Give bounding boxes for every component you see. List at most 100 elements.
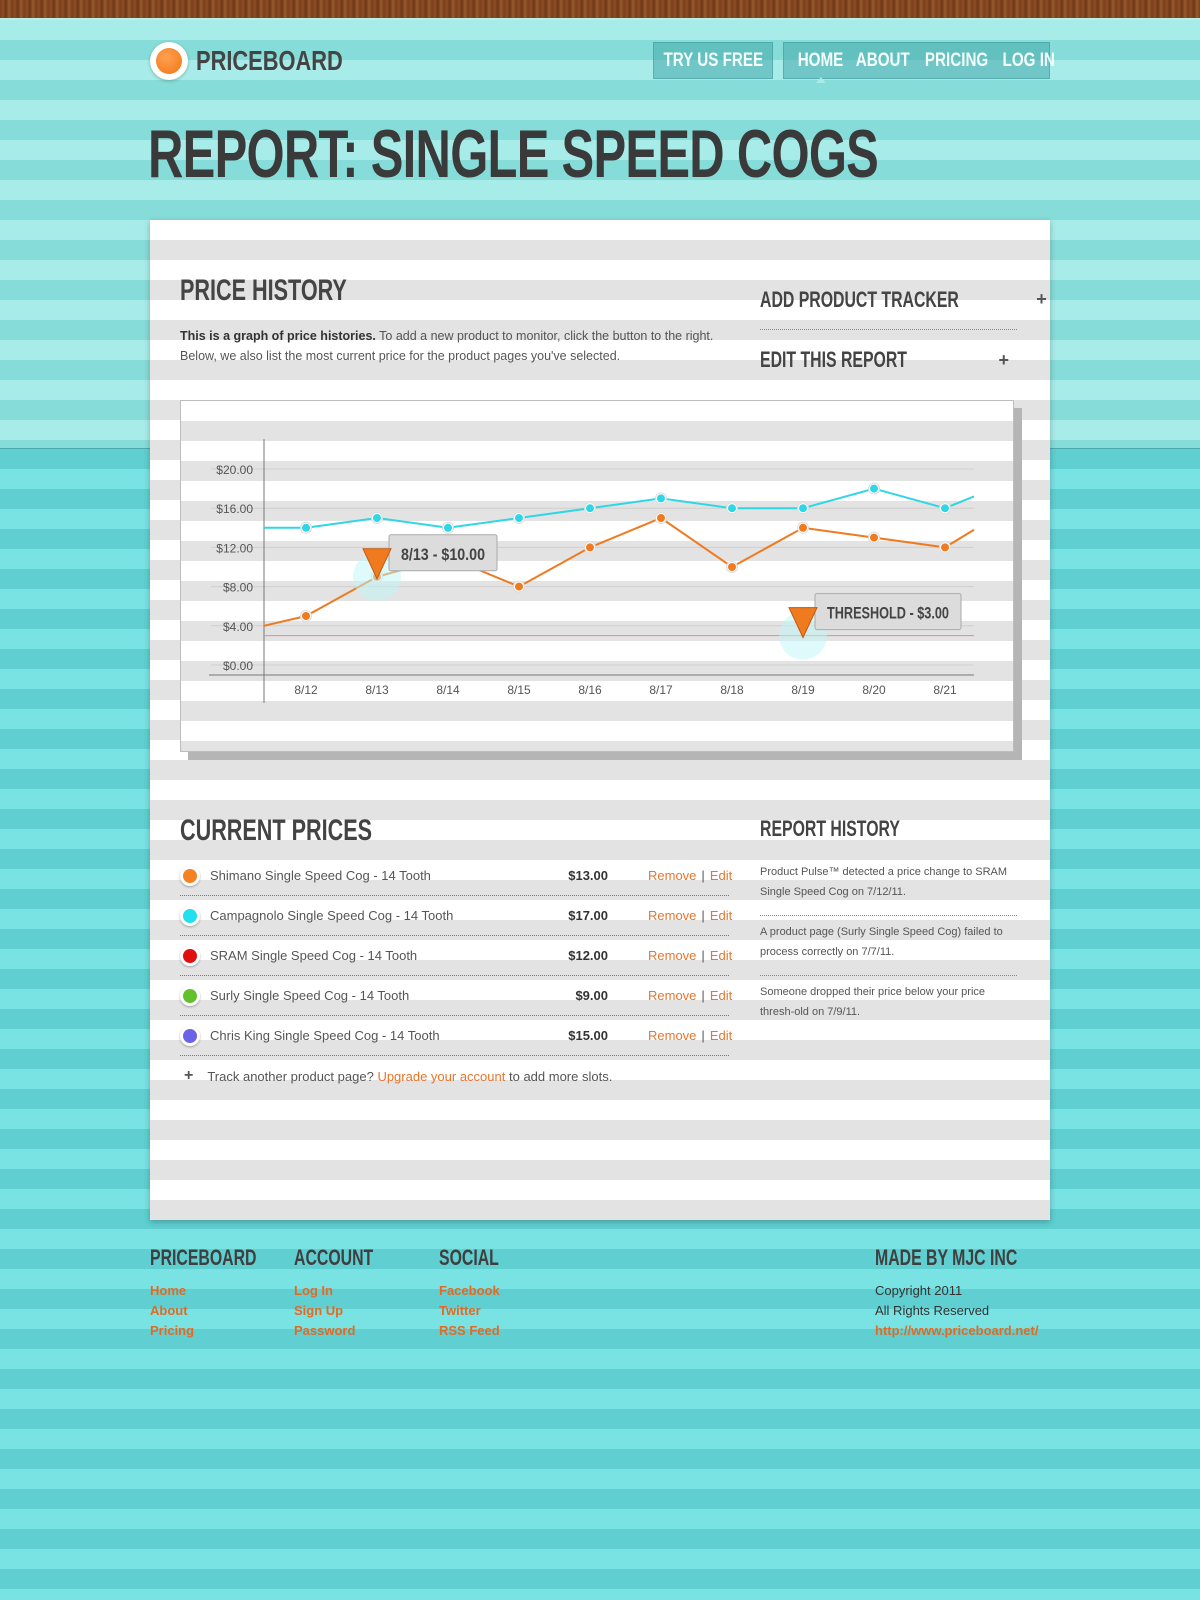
try-us-free-button[interactable]: TRY US FREE (653, 42, 773, 79)
remove-link[interactable]: Remove (648, 908, 696, 923)
wood-top-strip (0, 0, 1200, 20)
product-price: $12.00 (568, 948, 608, 963)
add-product-tracker-button[interactable]: ADD PRODUCT TRACKER + (760, 270, 1047, 330)
data-point (799, 504, 807, 513)
price-row: Chris King Single Speed Cog - 14 Tooth $1… (180, 1016, 732, 1056)
footer-col-account: ACCOUNT Log In Sign Up Password (294, 1245, 404, 1341)
current-prices-title: CURRENT PRICES (180, 814, 373, 847)
track-another-row: + Track another product page? Upgrade you… (184, 1067, 613, 1085)
chart-callout: 8/13 - $10.00 (353, 534, 498, 601)
x-tick-label: 8/21 (933, 683, 957, 697)
y-tick-label: $16.00 (216, 502, 253, 516)
footer-link-facebook[interactable]: Facebook (439, 1281, 522, 1301)
data-point (728, 563, 736, 571)
data-point (515, 582, 523, 591)
data-point (870, 484, 878, 493)
edit-link[interactable]: Edit (710, 908, 732, 923)
remove-link[interactable]: Remove (648, 948, 696, 963)
plus-icon: + (1036, 289, 1047, 309)
footer-link-twitter[interactable]: Twitter (439, 1301, 522, 1321)
price-row: Campagnolo Single Speed Cog - 14 Tooth $1… (180, 896, 732, 936)
remove-link[interactable]: Remove (648, 988, 696, 1003)
remove-link[interactable]: Remove (648, 868, 696, 883)
data-point (870, 533, 878, 542)
footer-link-pricing[interactable]: Pricing (150, 1321, 298, 1341)
current-prices-list: Shimano Single Speed Cog - 14 Tooth $13.0… (180, 856, 732, 1096)
footer-link-url[interactable]: http://www.priceboard.net/ (875, 1321, 1073, 1341)
product-name: SRAM Single Speed Cog - 14 Tooth (210, 948, 418, 963)
product-price: $13.00 (568, 868, 608, 883)
y-tick-label: $12.00 (216, 541, 253, 555)
x-tick-label: 8/14 (436, 683, 460, 697)
nav-home[interactable]: HOME (798, 50, 843, 83)
data-point (373, 514, 381, 522)
edit-report-button[interactable]: EDIT THIS REPORT + (760, 330, 1017, 390)
report-history-item: A product page (Surly Single Speed Cog) … (760, 916, 1017, 976)
data-point (941, 543, 949, 552)
data-point (799, 523, 807, 532)
footer-rights: All Rights Reserved (875, 1303, 990, 1318)
data-point (515, 514, 523, 522)
data-point (302, 612, 310, 620)
logo-circle-icon (150, 42, 188, 80)
y-tick-label: $20.00 (216, 463, 253, 477)
product-color-dot-icon (180, 905, 200, 926)
chart-callout: THRESHOLD - $3.00 (779, 593, 962, 660)
x-tick-label: 8/15 (507, 683, 531, 697)
site-header: PRICEBOARD TRY US FREE HOME ABOUT PRICIN… (150, 40, 1055, 83)
price-row: SRAM Single Speed Cog - 14 Tooth $12.00 Re… (180, 936, 732, 976)
main-nav: HOME ABOUT PRICING LOG IN (783, 42, 1055, 83)
data-point (941, 504, 949, 513)
remove-link[interactable]: Remove (648, 1028, 696, 1043)
logo-text: PRICEBOARD (196, 45, 343, 76)
product-color-dot-icon (180, 865, 200, 886)
edit-link[interactable]: Edit (710, 868, 732, 883)
footer-link-home[interactable]: Home (150, 1281, 298, 1301)
price-row: Shimano Single Speed Cog - 14 Tooth $13.0… (180, 856, 732, 896)
footer-col-social: SOCIAL Facebook Twitter RSS Feed (439, 1245, 522, 1341)
data-point (728, 504, 736, 513)
footer-link-password[interactable]: Password (294, 1321, 404, 1341)
nav-login[interactable]: LOG IN (1002, 50, 1054, 72)
footer-link-login[interactable]: Log In (294, 1281, 404, 1301)
data-point (657, 514, 665, 522)
footer-link-about[interactable]: About (150, 1301, 298, 1321)
x-tick-label: 8/13 (365, 683, 389, 697)
x-tick-label: 8/17 (649, 683, 673, 697)
price-history-title: PRICE HISTORY (180, 274, 347, 307)
data-point (444, 523, 452, 532)
footer-link-rss[interactable]: RSS Feed (439, 1321, 522, 1341)
plus-icon: + (998, 349, 1009, 370)
product-name: Campagnolo Single Speed Cog - 14 Tooth (210, 908, 454, 923)
product-name: Chris King Single Speed Cog - 14 Tooth (210, 1028, 440, 1043)
product-color-dot-icon (180, 1025, 200, 1046)
report-history-title: REPORT HISTORY (760, 816, 900, 841)
nav-about[interactable]: ABOUT (856, 50, 910, 72)
plus-icon[interactable]: + (184, 1067, 193, 1085)
callout-label: THRESHOLD - $3.00 (827, 604, 949, 623)
x-tick-label: 8/18 (720, 683, 744, 697)
y-tick-label: $0.00 (223, 659, 253, 673)
footer-link-signup[interactable]: Sign Up (294, 1301, 404, 1321)
price-history-description: This is a graph of price histories. To a… (180, 329, 714, 363)
edit-link[interactable]: Edit (710, 948, 732, 963)
logo[interactable]: PRICEBOARD (150, 42, 384, 80)
x-tick-label: 8/16 (578, 683, 602, 697)
footer-col-priceboard: PRICEBOARD Home About Pricing (150, 1245, 298, 1341)
product-price: $17.00 (568, 908, 608, 923)
upgrade-account-link[interactable]: Upgrade your account (377, 1069, 505, 1084)
price-chart-panel: $20.00 $16.00 $12.00 $8.00 $4.00 $0.00 8/12 8/1… (180, 400, 1022, 760)
x-tick-label: 8/12 (294, 683, 318, 697)
edit-link[interactable]: Edit (710, 988, 732, 1003)
footer-col-made-by: MADE BY MJC INC Copyright 2011 All Right… (875, 1245, 1073, 1341)
page-title: REPORT: SINGLE SPEED COGS (148, 116, 879, 192)
report-card: PRICE HISTORY This is a graph of price h… (150, 220, 1050, 1220)
x-tick-label: 8/19 (791, 683, 815, 697)
y-tick-label: $8.00 (223, 581, 253, 595)
report-history-item: Product Pulse™ detected a price change t… (760, 856, 1017, 916)
price-history-chart: $20.00 $16.00 $12.00 $8.00 $4.00 $0.00 8/12 8/1… (209, 439, 975, 703)
data-point (302, 523, 310, 532)
data-point (657, 494, 665, 503)
nav-pricing[interactable]: PRICING (924, 50, 987, 72)
edit-link[interactable]: Edit (710, 1028, 732, 1043)
